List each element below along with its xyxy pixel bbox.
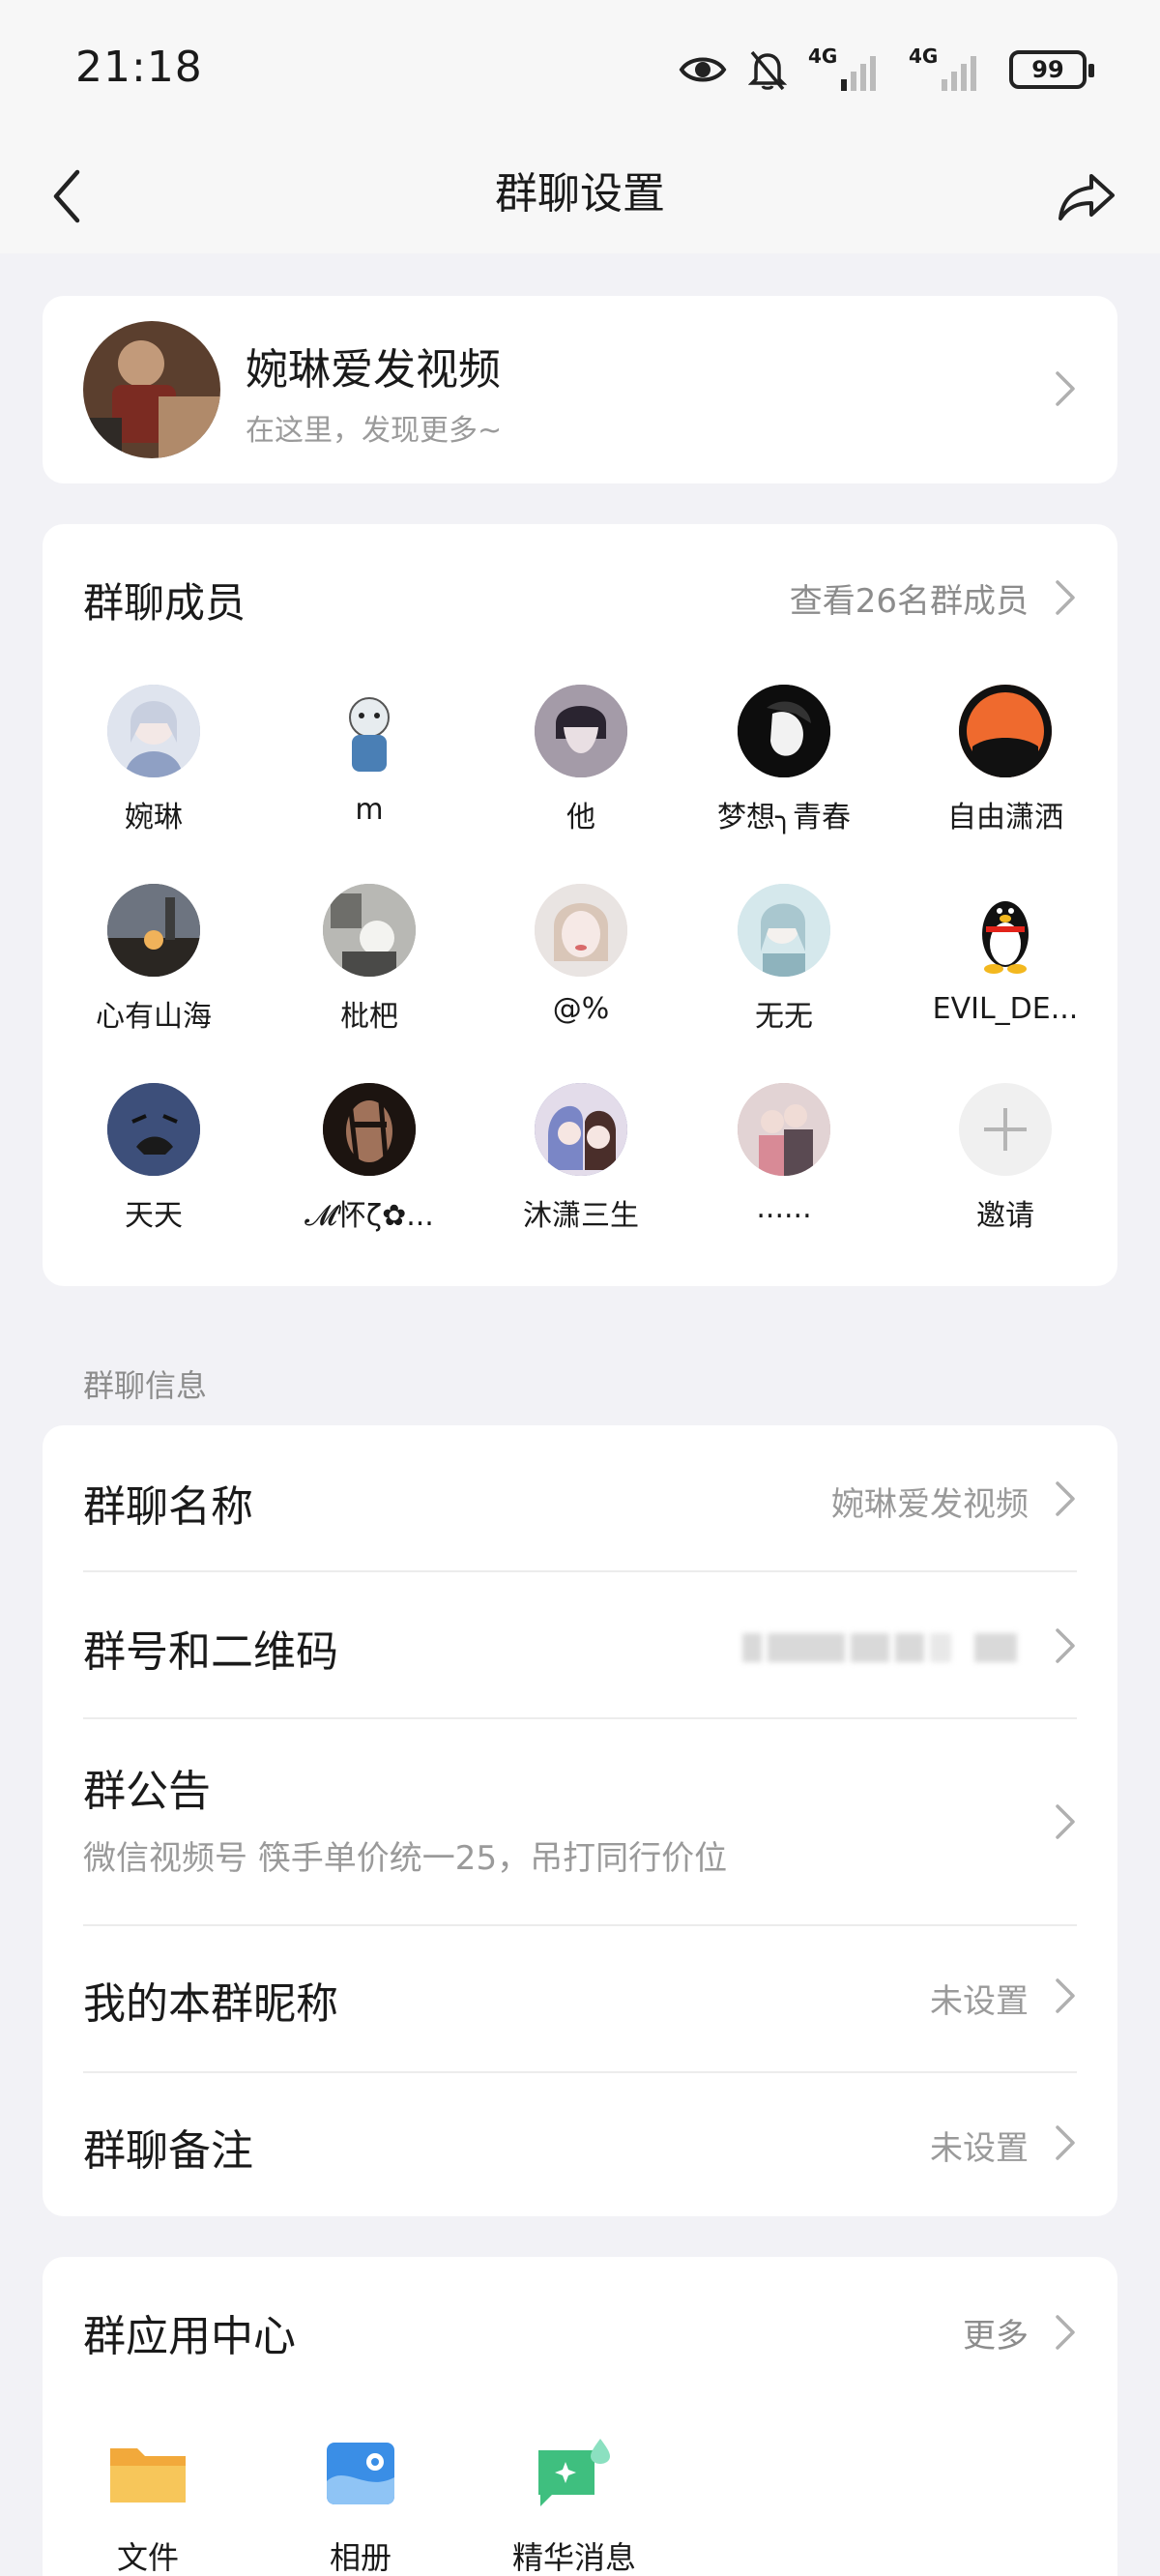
member-avatar <box>323 884 416 977</box>
app-files[interactable]: 文件 <box>75 2435 220 2576</box>
status-icons: 4G 4G 99 <box>679 44 1094 95</box>
member-item[interactable]: 天天 <box>67 1083 241 1234</box>
group-profile-card[interactable]: 婉琳爱发视频 在这里，发现更多~ <box>43 296 1117 483</box>
members-title: 群聊成员 <box>83 579 246 627</box>
member-avatar <box>535 884 627 977</box>
member-item[interactable]: 𝓜怀ζ✿... <box>282 1083 456 1234</box>
member-item[interactable]: 梦想╮青春 <box>697 685 871 835</box>
album-icon <box>327 2443 394 2504</box>
folder-icon <box>110 2448 186 2503</box>
penguin-icon <box>959 884 1052 977</box>
group-apps-card: 群应用中心 更多 文件 相册 精华消息 <box>43 2257 1117 2576</box>
signal-icon-2: 4G <box>909 44 988 91</box>
row-my-nickname[interactable]: 我的本群昵称 未设置 <box>43 1926 1117 2071</box>
member-item[interactable]: ...... <box>697 1083 871 1225</box>
member-item[interactable]: 枇杷 <box>282 884 456 1035</box>
member-item[interactable]: 无无 <box>697 884 871 1035</box>
bell-muted-icon <box>748 50 787 91</box>
member-item[interactable]: 自由潇洒 <box>918 685 1092 835</box>
member-avatar <box>959 685 1052 777</box>
group-members-card: 群聊成员 查看26名群成员 婉琳 m 他 梦想╮青春 自由潇洒 心有山海 枇杷 … <box>43 524 1117 1286</box>
plus-icon <box>984 1108 1027 1151</box>
member-item[interactable]: 沐潇三生 <box>494 1083 668 1234</box>
row-group-id-qrcode[interactable]: 群号和二维码 <box>43 1572 1117 1717</box>
section-label-group-info: 群聊信息 <box>83 1367 208 1404</box>
chevron-right-icon <box>1056 1481 1075 1516</box>
group-avatar <box>83 321 220 458</box>
group-subtitle: 在这里，发现更多~ <box>246 414 503 448</box>
member-avatar <box>107 1083 200 1176</box>
member-avatar <box>959 884 1052 977</box>
group-id-redacted <box>742 1628 1023 1667</box>
member-avatar <box>535 685 627 777</box>
member-avatar <box>323 1083 416 1176</box>
apps-more-link[interactable]: 更多 <box>963 2309 1029 2356</box>
member-item[interactable]: 他 <box>494 685 668 835</box>
eye-icon <box>679 57 727 82</box>
status-time: 21:18 <box>75 43 203 92</box>
group-name: 婉琳爱发视频 <box>246 345 501 395</box>
chevron-right-icon <box>1056 1628 1075 1663</box>
row-group-remark[interactable]: 群聊备注 未设置 <box>43 2073 1117 2216</box>
group-info-card: 群聊名称 婉琳爱发视频 群号和二维码 群公告 微信视频号 筷手单价统一25，吊打… <box>43 1425 1117 2216</box>
chevron-right-icon[interactable] <box>1052 2313 1079 2352</box>
app-album[interactable]: 相册 <box>288 2435 433 2576</box>
view-all-members-link[interactable]: 查看26名群成员 <box>790 574 1029 622</box>
chevron-right-icon <box>1056 1978 1075 2013</box>
share-icon <box>1058 174 1115 220</box>
chevron-right-icon <box>1056 371 1075 406</box>
chevron-right-icon[interactable] <box>1052 578 1079 617</box>
chevron-right-icon <box>1056 1804 1075 1839</box>
share-button[interactable] <box>1052 162 1121 232</box>
invite-button[interactable]: 邀请 <box>918 1083 1092 1234</box>
row-group-notice[interactable]: 群公告 微信视频号 筷手单价统一25，吊打同行价位 <box>43 1719 1117 1924</box>
invite-avatar <box>959 1083 1052 1176</box>
member-item[interactable]: EVIL_DE... <box>918 884 1092 1026</box>
status-bar: 21:18 4G 4G 99 <box>0 0 1160 145</box>
highlight-icon <box>538 2439 610 2506</box>
member-avatar <box>107 884 200 977</box>
member-avatar <box>738 884 830 977</box>
chevron-right-icon <box>1056 2125 1075 2160</box>
page-title: 群聊设置 <box>495 169 665 219</box>
member-avatar <box>738 1083 830 1176</box>
member-item[interactable]: @% <box>494 884 668 1026</box>
member-avatar <box>107 685 200 777</box>
member-avatar <box>738 685 830 777</box>
app-highlights[interactable]: 精华消息 <box>502 2435 647 2576</box>
battery-icon: 99 <box>1009 50 1094 89</box>
row-group-name[interactable]: 群聊名称 婉琳爱发视频 <box>43 1425 1117 1570</box>
member-avatar <box>535 1083 627 1176</box>
signal-icon: 4G <box>808 44 887 91</box>
member-item[interactable]: m <box>282 685 456 827</box>
member-avatar <box>323 685 416 777</box>
member-item[interactable]: 心有山海 <box>67 884 241 1035</box>
apps-title: 群应用中心 <box>83 2312 296 2361</box>
member-item[interactable]: 婉琳 <box>67 685 241 835</box>
navigation-bar: 群聊设置 <box>0 145 1160 253</box>
